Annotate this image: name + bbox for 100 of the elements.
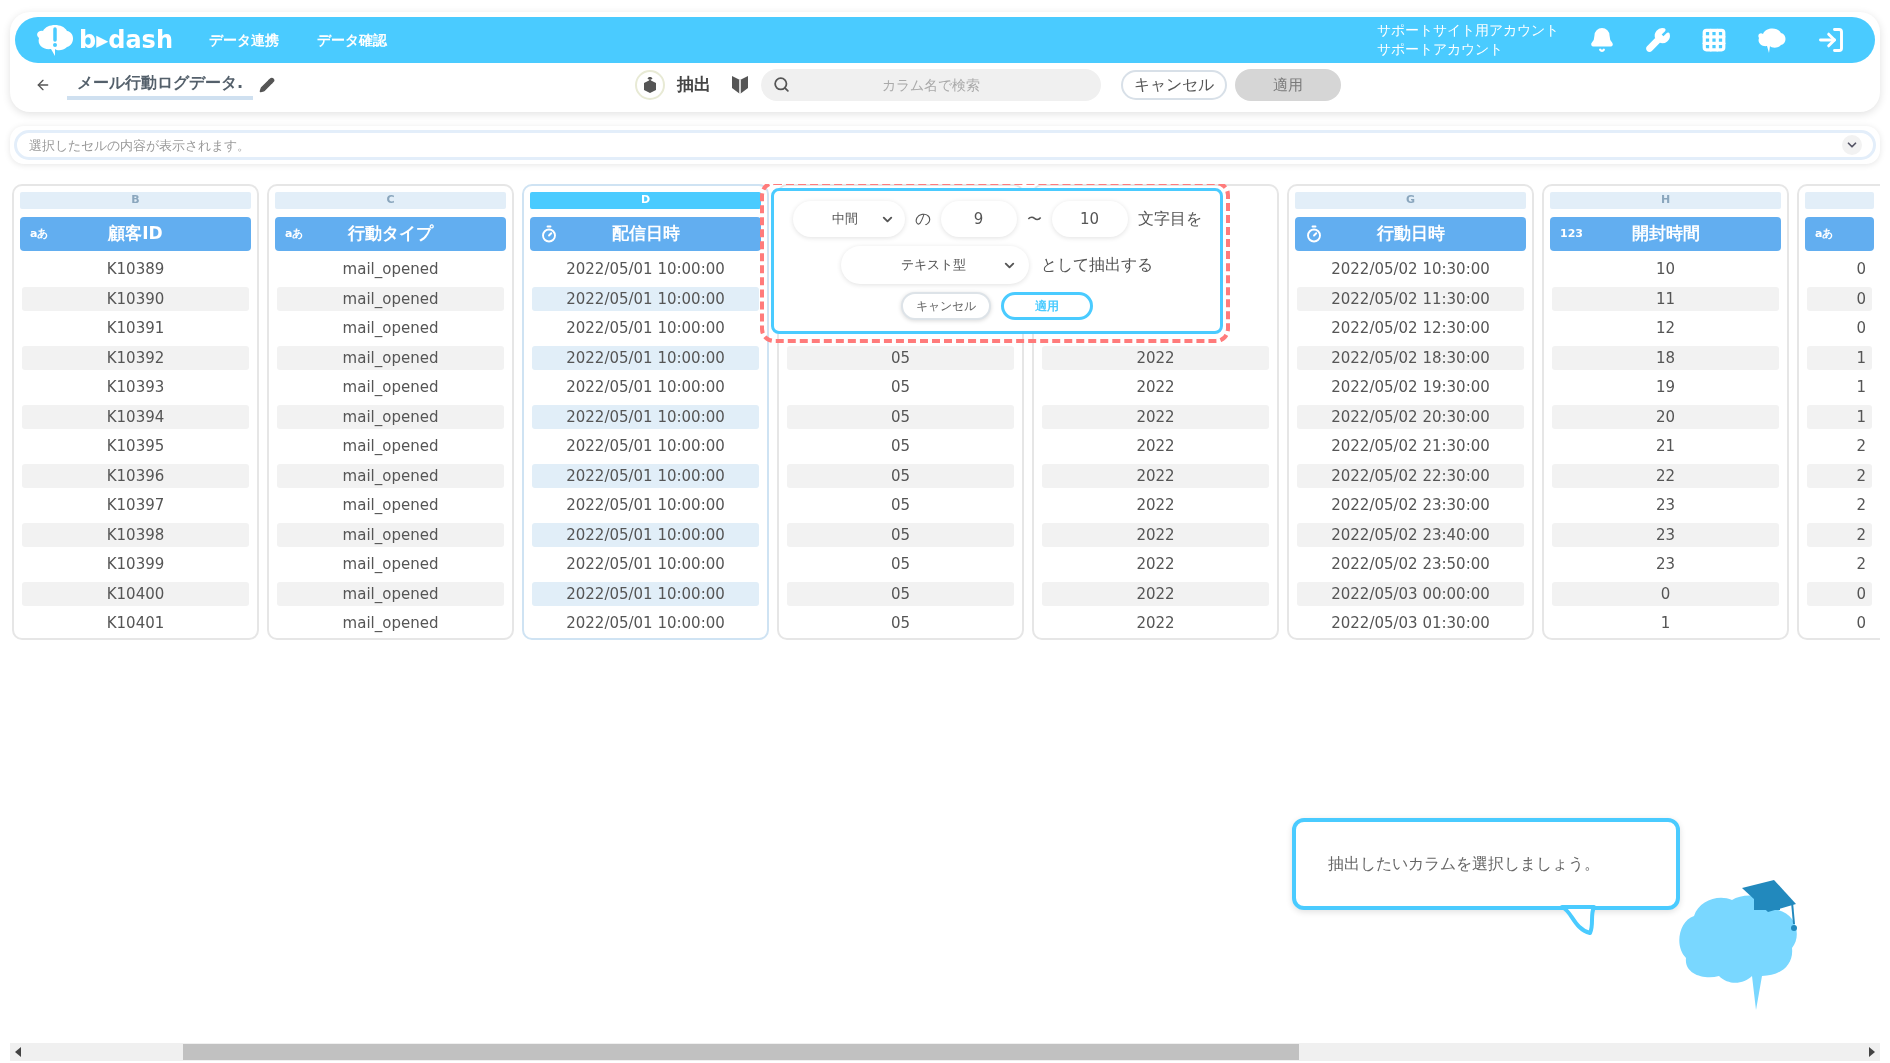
table-cell-text: 2022 bbox=[1135, 613, 1176, 634]
table-cell-text: 2022/05/01 10:00:00 bbox=[565, 318, 726, 339]
table-cell-text: 2022/05/01 10:00:00 bbox=[565, 259, 726, 280]
table-cell: 05 bbox=[787, 345, 1014, 370]
column-letter[interactable]: C bbox=[275, 192, 506, 209]
table-cell-text: 2022/05/01 10:00:00 bbox=[565, 377, 726, 398]
table-cell-text: 23 bbox=[1654, 495, 1677, 516]
table-cell-text: K10389 bbox=[105, 259, 166, 280]
table-cell-text: K10399 bbox=[105, 554, 166, 575]
table-cell: 05 bbox=[787, 404, 1014, 429]
column-header[interactable]: 行動日時 bbox=[1295, 217, 1526, 251]
table-cell-text: 2022/05/01 10:00:00 bbox=[565, 436, 726, 457]
table-cell: 2022/05/03 00:00:00 bbox=[1297, 581, 1524, 606]
account-name[interactable]: サポートサイト用アカウント サポートアカウント bbox=[1377, 21, 1559, 59]
table-cell: 2022 bbox=[1042, 581, 1269, 606]
position-select[interactable]: 中間 bbox=[792, 201, 905, 237]
table-cell: 20 bbox=[1552, 404, 1779, 429]
column-letter[interactable]: D bbox=[530, 192, 761, 209]
table-cell: 0 bbox=[1807, 286, 1872, 311]
table-cell-text: 2022/05/01 10:00:00 bbox=[565, 495, 726, 516]
table-cell: K10398 bbox=[22, 522, 249, 547]
popup-apply-button[interactable]: 適用 bbox=[1001, 292, 1093, 320]
table-cell-text: K10393 bbox=[105, 377, 166, 398]
table-cell: 2022 bbox=[1042, 463, 1269, 488]
table-cell-text: mail_opened bbox=[341, 554, 440, 575]
table-cell-text: mail_opened bbox=[341, 613, 440, 634]
start-input[interactable]: 9 bbox=[940, 201, 1017, 237]
table-cell-text: 19 bbox=[1654, 377, 1677, 398]
column-card[interactable]: H 123 開封時間 10 11 12 18 19 20 21 22 23 23 23 0 1 bbox=[1542, 184, 1789, 640]
table-cell: 0 bbox=[1807, 581, 1872, 606]
table-cell-text: 2022/05/02 23:30:00 bbox=[1330, 495, 1491, 516]
table-cell-text: 1 bbox=[1659, 613, 1672, 634]
column-letter[interactable]: B bbox=[20, 192, 251, 209]
popup-cancel-button[interactable]: キャンセル bbox=[901, 292, 991, 320]
table-cell-text: 2 bbox=[1855, 554, 1867, 575]
type-label: aあ bbox=[30, 225, 49, 242]
mode-label: 抽出 bbox=[677, 73, 712, 97]
table-cell-text: K10401 bbox=[105, 613, 166, 634]
table-cell: 1 bbox=[1807, 345, 1872, 370]
table-cell: 23 bbox=[1552, 522, 1779, 547]
table-cell: 2022 bbox=[1042, 522, 1269, 547]
table-cell-text: 21 bbox=[1654, 436, 1677, 457]
table-cell-text: mail_opened bbox=[341, 259, 440, 280]
table-cell: 18 bbox=[1552, 345, 1779, 370]
type-label: aあ bbox=[1815, 225, 1834, 242]
table-cell: 2022/05/01 10:00:00 bbox=[532, 345, 759, 370]
table-cell-text: 2 bbox=[1855, 436, 1867, 457]
table-cell-text: 2022/05/02 21:30:00 bbox=[1330, 436, 1491, 457]
table-cell-text: 2022 bbox=[1135, 495, 1176, 516]
column-header[interactable]: 配信日時 bbox=[530, 217, 761, 251]
table-cell: mail_opened bbox=[277, 581, 504, 606]
type-label: aあ bbox=[285, 225, 304, 242]
table-cell: 05 bbox=[787, 463, 1014, 488]
nav-link[interactable]: データ確認 bbox=[317, 29, 387, 51]
column-header[interactable]: 123 開封時間 bbox=[1550, 217, 1781, 251]
column-card[interactable]: B aあ 顧客ID K10389 K10390 K10391 K10392 K10393 K10394 K10395 K10396 K10397 K10398 K10399 K10400 K10401 bbox=[12, 184, 259, 640]
column-letter[interactable]: G bbox=[1295, 192, 1526, 209]
table-cell-text: mail_opened bbox=[341, 377, 440, 398]
table-cell: 2 bbox=[1807, 463, 1872, 488]
table-cell-text: 1 bbox=[1855, 377, 1867, 398]
table-cell-text: 0 bbox=[1855, 259, 1867, 280]
cell-preview-field[interactable]: 選択したセルの内容が表示されます。 bbox=[14, 130, 1876, 160]
search-field[interactable]: カラム名で検索 bbox=[761, 69, 1102, 101]
cancel-button[interactable]: キャンセル bbox=[1121, 70, 1228, 100]
table-cell: 2022 bbox=[1042, 345, 1269, 370]
table-cell-text: 12 bbox=[1654, 318, 1677, 339]
table-cell: 2022/05/01 10:00:00 bbox=[532, 581, 759, 606]
table-cell-text: 0 bbox=[1855, 613, 1867, 634]
table-cell-text: 2022/05/01 10:00:00 bbox=[565, 554, 726, 575]
table-cell: K10390 bbox=[22, 286, 249, 311]
type-select[interactable]: テキスト型 bbox=[841, 246, 1029, 284]
table-cell: 2022 bbox=[1042, 404, 1269, 429]
table-cell: mail_opened bbox=[277, 345, 504, 370]
table-cell-text: 2022 bbox=[1135, 377, 1176, 398]
table-cell: 1 bbox=[1807, 404, 1872, 429]
table-cell-text: 2022/05/02 12:30:00 bbox=[1330, 318, 1491, 339]
nav-link[interactable]: データ連携 bbox=[209, 29, 279, 51]
table-cell-text: 2022 bbox=[1135, 436, 1176, 457]
table-cell-text: 23 bbox=[1654, 554, 1677, 575]
table-cell-text: 2022/05/02 23:50:00 bbox=[1330, 554, 1491, 575]
table-cell: 2022/05/01 10:00:00 bbox=[532, 286, 759, 311]
table-cell-text: mail_opened bbox=[341, 318, 440, 339]
table-cell: 2 bbox=[1807, 522, 1872, 547]
column-card[interactable]: C aあ 行動タイプ mail_opened mail_opened mail_opened mail_opened mail_opened mail_opened mail_opened mail_opened mail_opened mail_opened mail_opened mail_opened mail_opened bbox=[267, 184, 514, 640]
end-input[interactable]: 10 bbox=[1051, 201, 1128, 237]
table-cell: 2022/05/02 23:40:00 bbox=[1297, 522, 1524, 547]
table-cell-text: 2 bbox=[1855, 495, 1867, 516]
table-cell: 2022/05/02 11:30:00 bbox=[1297, 286, 1524, 311]
column-header[interactable]: aあ 顧客ID bbox=[20, 217, 251, 251]
table-cell-text: K10391 bbox=[105, 318, 166, 339]
table-cell-text: 2022 bbox=[1135, 554, 1176, 575]
table-cell: 05 bbox=[787, 522, 1014, 547]
column-header[interactable]: aあ 行動タイプ bbox=[275, 217, 506, 251]
table-cell-text: 2022/05/02 19:30:00 bbox=[1330, 377, 1491, 398]
table-cell: 22 bbox=[1552, 463, 1779, 488]
column-letter[interactable]: H bbox=[1550, 192, 1781, 209]
table-title[interactable]: メール行動ログデータ. bbox=[67, 70, 254, 100]
type-label: 123 bbox=[1560, 225, 1583, 242]
column-card[interactable]: aあ 0 0 0 1 1 1 2 2 2 2 2 0 0 bbox=[1797, 184, 1880, 640]
column-header[interactable]: aあ bbox=[1805, 217, 1874, 251]
